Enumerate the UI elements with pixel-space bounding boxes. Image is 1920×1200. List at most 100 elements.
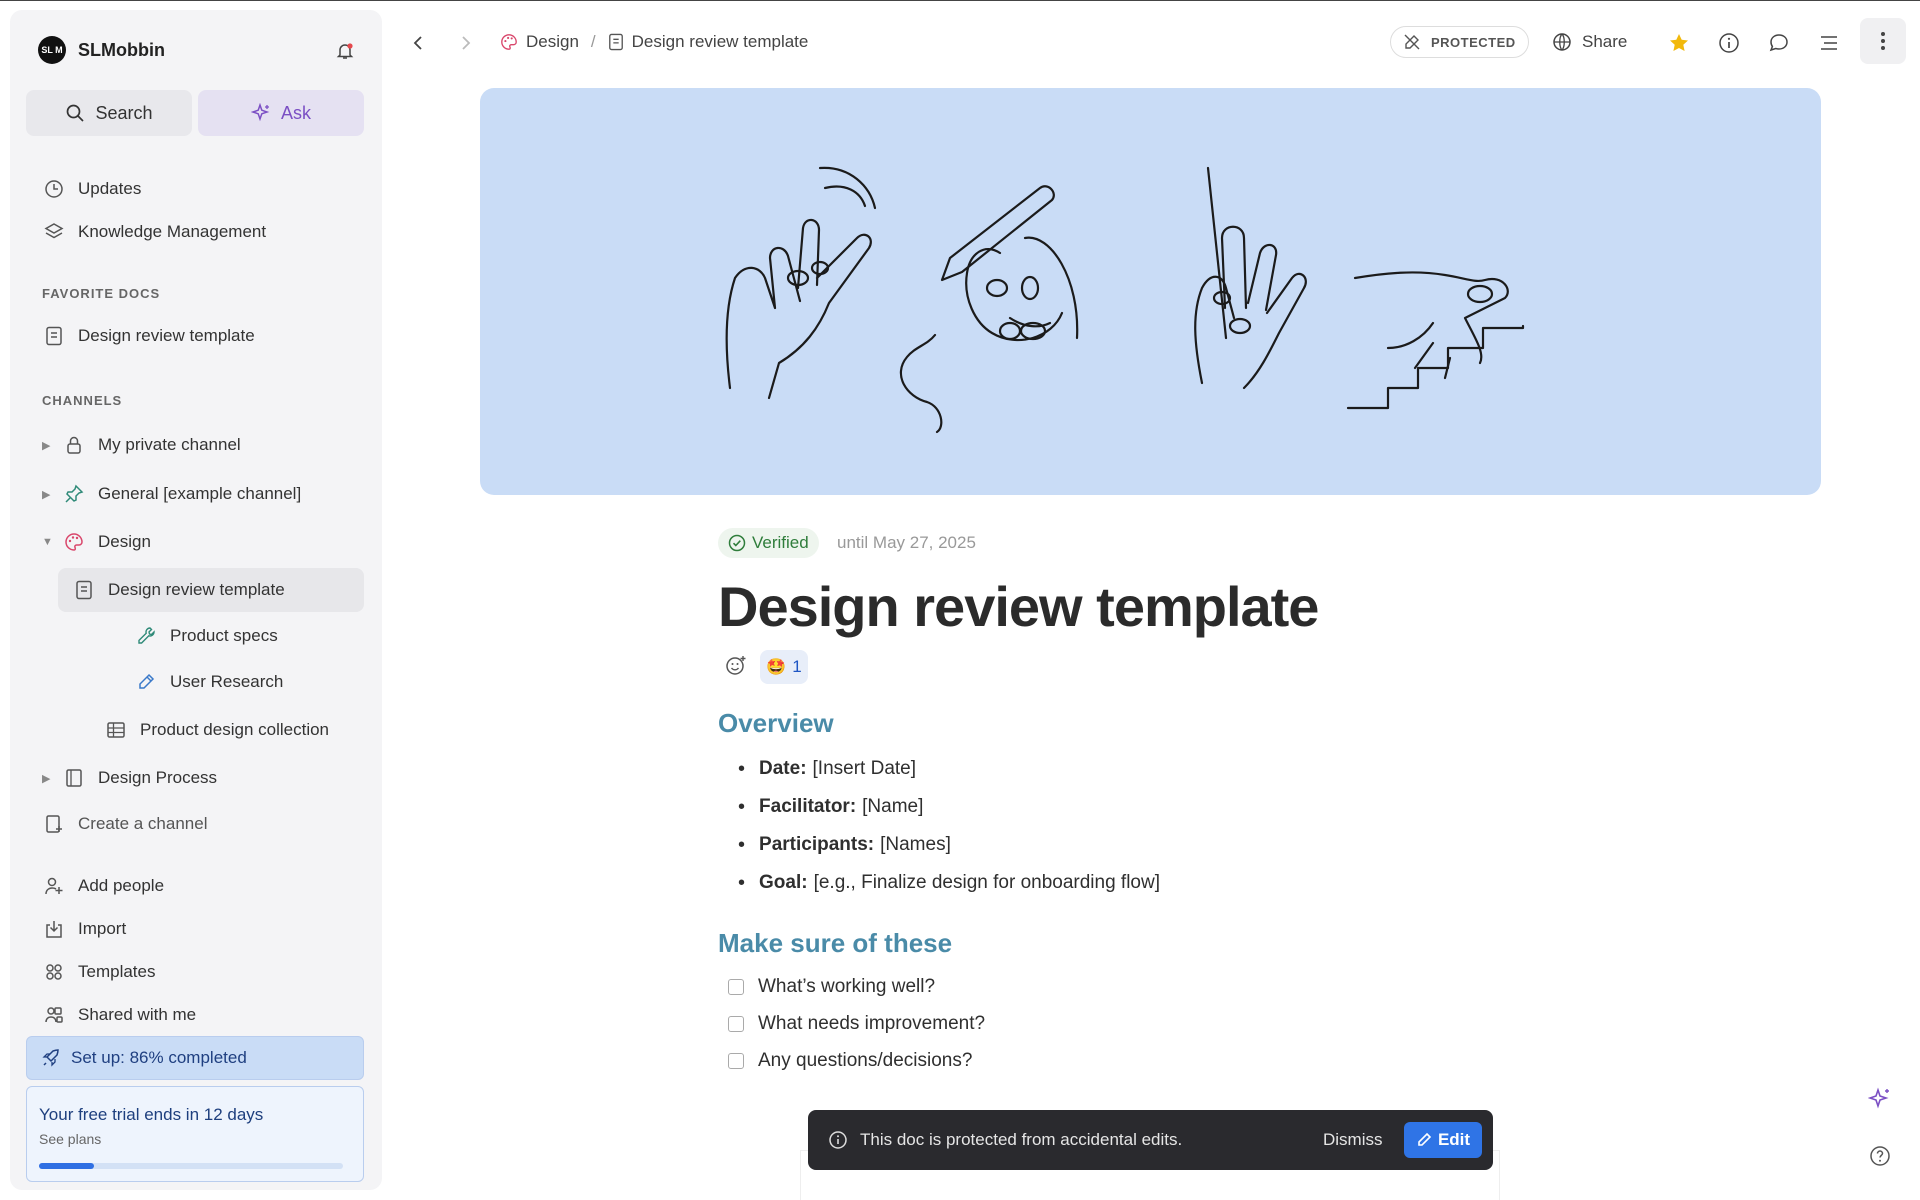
add-reaction-icon[interactable] bbox=[722, 652, 750, 680]
window-top-border bbox=[0, 0, 1920, 1]
templates-button[interactable]: Templates bbox=[28, 952, 368, 992]
sidebar-item-label: Templates bbox=[78, 962, 156, 981]
sidebar-item-favorite-doc[interactable]: Design review template bbox=[28, 316, 368, 356]
checklist-item[interactable]: What’s working well? bbox=[728, 968, 985, 1005]
list-item-value: [Names] bbox=[880, 834, 951, 855]
overview-heading: Overview bbox=[718, 708, 834, 738]
forward-arrow-icon[interactable] bbox=[448, 26, 482, 60]
ask-button[interactable]: Ask bbox=[198, 90, 364, 136]
sidebar-item-label: My private channel bbox=[98, 435, 241, 454]
sidebar-item-product-specs[interactable]: Product specs bbox=[120, 616, 364, 656]
sidebar-item-user-research[interactable]: User Research bbox=[120, 662, 364, 702]
list-item-label: Date: bbox=[759, 758, 807, 779]
table-icon bbox=[104, 718, 128, 742]
search-icon bbox=[67, 104, 85, 122]
sidebar-item-label: Import bbox=[78, 919, 127, 938]
sidebar-item-private-channel[interactable]: ▶ My private channel bbox=[28, 425, 368, 465]
list-item-value: [Name] bbox=[862, 796, 924, 817]
checkbox[interactable] bbox=[728, 978, 744, 995]
sidebar-item-updates[interactable]: Updates bbox=[28, 169, 368, 209]
notifications-bell-icon[interactable] bbox=[330, 36, 360, 66]
create-channel-button[interactable]: Create a channel bbox=[28, 804, 368, 844]
list-item[interactable]: Date:[Insert Date] bbox=[738, 750, 1160, 788]
hands-illustration bbox=[725, 166, 1525, 434]
verified-label: Verified bbox=[752, 533, 809, 552]
checklist-item[interactable]: Any questions/decisions? bbox=[728, 1042, 985, 1079]
shared-with-me-button[interactable]: Shared with me bbox=[28, 995, 368, 1035]
star-icon[interactable] bbox=[1662, 26, 1696, 60]
list-item[interactable]: Participants:[Names] bbox=[738, 826, 1160, 864]
protected-badge[interactable]: PROTECTED bbox=[1390, 26, 1529, 58]
add-user-icon bbox=[42, 874, 66, 898]
breadcrumb-doc-label: Design review template bbox=[631, 32, 809, 51]
breadcrumb: Design / Design review template bbox=[500, 22, 808, 62]
info-icon bbox=[828, 1130, 848, 1150]
outline-icon[interactable] bbox=[1812, 26, 1846, 60]
search-button[interactable]: Search bbox=[26, 90, 192, 136]
verified-badge[interactable]: Verified bbox=[718, 528, 819, 558]
palette-icon bbox=[62, 530, 86, 554]
reaction-chip[interactable]: 🤩 1 bbox=[760, 650, 808, 684]
overview-list: Date:[Insert Date] Facilitator:[Name] Pa… bbox=[738, 750, 1160, 902]
list-item-label: Facilitator: bbox=[759, 796, 857, 817]
cover-image[interactable] bbox=[480, 88, 1821, 495]
layers-icon bbox=[42, 220, 66, 244]
sidebar-item-general-channel[interactable]: ▶ General [example channel] bbox=[28, 474, 368, 514]
reaction-emoji: 🤩 bbox=[766, 659, 787, 676]
info-icon[interactable] bbox=[1712, 26, 1746, 60]
dismiss-button[interactable]: Dismiss bbox=[1323, 1130, 1383, 1150]
import-button[interactable]: Import bbox=[28, 909, 368, 949]
workspace-switcher[interactable]: SL M SLMobbin bbox=[38, 36, 165, 64]
book-icon bbox=[62, 766, 86, 790]
add-people-button[interactable]: Add people bbox=[28, 866, 368, 906]
checkbox[interactable] bbox=[728, 1015, 744, 1032]
comment-icon[interactable] bbox=[1762, 26, 1796, 60]
protected-label: PROTECTED bbox=[1431, 34, 1516, 50]
toast-message: This doc is protected from accidental ed… bbox=[860, 1130, 1183, 1149]
ai-sparkle-icon[interactable] bbox=[1867, 1087, 1892, 1116]
channels-header: CHANNELS bbox=[42, 393, 123, 408]
help-icon[interactable] bbox=[1868, 1144, 1892, 1173]
import-icon bbox=[42, 917, 66, 941]
list-item[interactable]: Facilitator:[Name] bbox=[738, 788, 1160, 826]
trial-progress-fill bbox=[39, 1163, 94, 1169]
sidebar-item-knowledge[interactable]: Knowledge Management bbox=[28, 212, 368, 252]
trial-card[interactable]: Your free trial ends in 12 days See plan… bbox=[26, 1086, 364, 1182]
add-channel-icon bbox=[42, 812, 66, 836]
sparkle-icon bbox=[250, 103, 270, 122]
checklist-item[interactable]: What needs improvement? bbox=[728, 1005, 985, 1042]
checklist-item-label: What’s working well? bbox=[758, 975, 936, 997]
wrench-icon bbox=[134, 624, 158, 648]
setup-progress-button[interactable]: Set up: 86% completed bbox=[26, 1036, 364, 1080]
sidebar-item-label: Product design collection bbox=[140, 720, 330, 739]
check-circle-icon bbox=[728, 534, 746, 552]
pencil-icon bbox=[1418, 1132, 1432, 1146]
lock-icon bbox=[62, 433, 86, 457]
back-arrow-icon[interactable] bbox=[402, 26, 436, 60]
breadcrumb-channel[interactable]: Design bbox=[500, 32, 579, 52]
more-options-icon[interactable] bbox=[1860, 18, 1906, 64]
expand-caret-icon[interactable]: ▶ bbox=[42, 439, 56, 452]
sidebar-item-design-review[interactable]: Design review template bbox=[58, 568, 364, 612]
sidebar-item-design-process[interactable]: ▶ Design Process bbox=[28, 758, 368, 798]
checkbox[interactable] bbox=[728, 1052, 744, 1069]
sidebar-item-label: General [example channel] bbox=[98, 484, 302, 503]
edit-button[interactable]: Edit bbox=[1404, 1122, 1482, 1158]
collapse-caret-icon[interactable]: ▼ bbox=[42, 536, 56, 548]
list-item-label: Goal: bbox=[759, 872, 808, 893]
setup-label: Set up: 86% completed bbox=[71, 1048, 247, 1067]
sidebar-item-design-channel[interactable]: ▼ Design bbox=[28, 522, 368, 562]
share-button[interactable]: Share bbox=[1552, 26, 1627, 58]
page-title[interactable]: Design review template bbox=[718, 574, 1319, 639]
expand-caret-icon[interactable]: ▶ bbox=[42, 772, 56, 785]
expand-caret-icon[interactable]: ▶ bbox=[42, 488, 56, 501]
palette-icon bbox=[501, 34, 517, 50]
search-label: Search bbox=[95, 102, 153, 123]
checklist-item-label: Any questions/decisions? bbox=[758, 1049, 973, 1071]
workspace-name: SLMobbin bbox=[78, 39, 165, 60]
sidebar-item-label: User Research bbox=[170, 672, 284, 691]
sidebar-item-product-collection[interactable]: Product design collection bbox=[90, 710, 364, 750]
breadcrumb-doc[interactable]: Design review template bbox=[608, 32, 809, 52]
see-plans-link[interactable]: See plans bbox=[39, 1131, 101, 1147]
list-item[interactable]: Goal:[e.g., Finalize design for onboardi… bbox=[738, 864, 1160, 902]
